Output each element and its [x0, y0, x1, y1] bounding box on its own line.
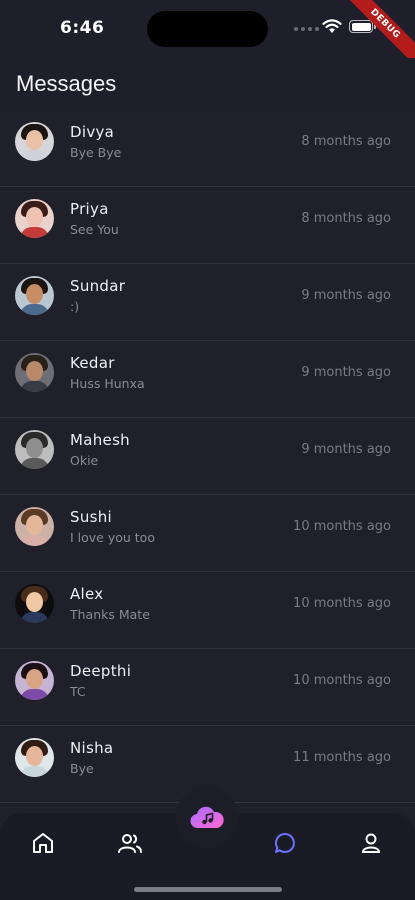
- dynamic-island: [147, 11, 268, 47]
- page-title: Messages: [16, 71, 117, 96]
- conversation-list[interactable]: Divya Bye Bye 8 months ago Priya See You 8 mo…: [0, 110, 415, 810]
- message-preview: Thanks Mate: [70, 607, 150, 622]
- conversation-row[interactable]: Sushi I love you too 10 months ago: [0, 495, 415, 572]
- avatar-face: [26, 669, 43, 689]
- profile-icon: [361, 833, 381, 853]
- avatar-face: [26, 207, 43, 227]
- music-cloud-icon: [190, 806, 224, 829]
- avatar-body: [20, 381, 49, 392]
- avatar: [15, 276, 54, 315]
- conversation-row[interactable]: Kedar Huss Hunxa 9 months ago: [0, 341, 415, 418]
- nav-home[interactable]: [29, 829, 57, 857]
- contact-name: Divya: [70, 123, 115, 141]
- conversation-row[interactable]: Deepthi TC 10 months ago: [0, 649, 415, 726]
- clock-time: 6:46: [60, 18, 105, 38]
- cellular-signal-icon: [294, 27, 319, 31]
- music-button[interactable]: [176, 786, 238, 848]
- nav-profile[interactable]: [357, 829, 385, 857]
- avatar-body: [20, 612, 49, 623]
- contact-name: Sundar: [70, 277, 126, 295]
- avatar: [15, 738, 54, 777]
- people-icon: [118, 834, 142, 853]
- conversation-row[interactable]: Priya See You 8 months ago: [0, 187, 415, 264]
- avatar: [15, 507, 54, 546]
- contact-name: Alex: [70, 585, 104, 603]
- avatar: [15, 430, 54, 469]
- nav-messages[interactable]: [271, 829, 299, 857]
- home-icon: [33, 833, 53, 853]
- avatar-body: [20, 766, 49, 777]
- app-header: Messages: [0, 58, 415, 110]
- message-timestamp: 10 months ago: [293, 673, 391, 688]
- avatar-body: [20, 535, 49, 546]
- avatar-face: [26, 361, 43, 381]
- message-preview: :): [70, 299, 80, 314]
- contact-name: Priya: [70, 200, 109, 218]
- message-preview: TC: [70, 684, 86, 699]
- avatar-body: [20, 304, 49, 315]
- message-timestamp: 8 months ago: [301, 211, 391, 226]
- avatar-face: [26, 746, 43, 766]
- avatar-body: [20, 458, 49, 469]
- message-preview: Huss Hunxa: [70, 376, 145, 391]
- contact-name: Kedar: [70, 354, 115, 372]
- message-preview: Bye Bye: [70, 145, 122, 160]
- message-timestamp: 10 months ago: [293, 596, 391, 611]
- contact-name: Nisha: [70, 739, 114, 757]
- avatar-body: [20, 227, 49, 238]
- message-timestamp: 9 months ago: [301, 365, 391, 380]
- message-timestamp: 11 months ago: [293, 750, 391, 765]
- conversation-row[interactable]: Mahesh Okie 9 months ago: [0, 418, 415, 495]
- home-indicator: [134, 887, 282, 892]
- contact-name: Sushi: [70, 508, 113, 526]
- chat-bubble-icon: [274, 832, 295, 853]
- contact-name: Deepthi: [70, 662, 132, 680]
- avatar: [15, 122, 54, 161]
- message-timestamp: 9 months ago: [301, 442, 391, 457]
- contact-name: Mahesh: [70, 431, 130, 449]
- conversation-row[interactable]: Alex Thanks Mate 10 months ago: [0, 572, 415, 649]
- avatar: [15, 199, 54, 238]
- message-preview: See You: [70, 222, 119, 237]
- avatar-body: [20, 689, 49, 700]
- avatar-face: [26, 438, 43, 458]
- message-timestamp: 10 months ago: [293, 519, 391, 534]
- conversation-row[interactable]: Divya Bye Bye 8 months ago: [0, 110, 415, 187]
- conversation-row[interactable]: Sundar:) 9 months ago: [0, 264, 415, 341]
- avatar: [15, 661, 54, 700]
- avatar-face: [26, 592, 43, 612]
- message-preview: Okie: [70, 453, 99, 468]
- message-preview: I love you too: [70, 530, 155, 545]
- nav-people[interactable]: [116, 829, 144, 857]
- avatar-body: [20, 150, 49, 161]
- message-timestamp: 9 months ago: [301, 288, 391, 303]
- avatar: [15, 584, 54, 623]
- avatar-face: [26, 130, 43, 150]
- message-timestamp: 8 months ago: [301, 134, 391, 149]
- message-preview: Bye: [70, 761, 94, 776]
- avatar-face: [26, 284, 43, 304]
- avatar-face: [26, 515, 43, 535]
- avatar: [15, 353, 54, 392]
